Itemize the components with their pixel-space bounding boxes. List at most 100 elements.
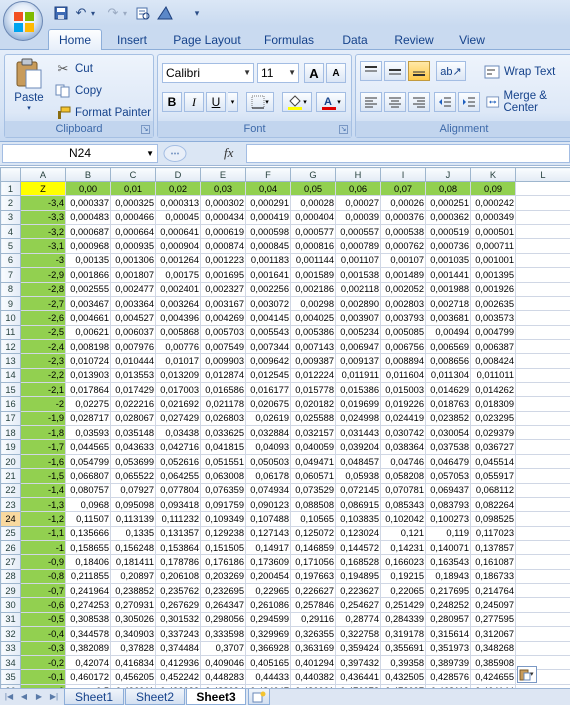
probability-cell[interactable]: 0,008424 [470, 353, 516, 369]
probability-cell[interactable]: 0,00 [65, 180, 111, 197]
probability-cell[interactable]: 0,086915 [335, 496, 381, 513]
z-value-cell[interactable]: -1,4 [20, 482, 66, 498]
empty-cell[interactable] [515, 224, 570, 240]
align-left-button[interactable] [360, 92, 382, 112]
probability-cell[interactable]: 0,09 [470, 180, 516, 197]
probability-cell[interactable]: 0,004661 [65, 310, 111, 326]
column-header[interactable]: A [20, 167, 66, 182]
probability-cell[interactable]: 0,156248 [110, 539, 156, 556]
probability-cell[interactable]: 0,032157 [290, 425, 336, 441]
probability-cell[interactable]: 0,003793 [380, 310, 426, 326]
probability-cell[interactable]: 0,001695 [200, 267, 246, 283]
probability-cell[interactable]: 0,011011 [470, 367, 516, 384]
probability-cell[interactable]: 0,048457 [335, 453, 381, 470]
probability-cell[interactable]: 0,019699 [335, 396, 381, 412]
probability-cell[interactable]: 0,337243 [155, 626, 201, 642]
empty-cell[interactable] [515, 539, 570, 556]
probability-cell[interactable]: 0,088508 [290, 496, 336, 513]
probability-cell[interactable]: 0,07 [380, 180, 426, 197]
probability-cell[interactable]: 0,013553 [110, 367, 156, 384]
probability-cell[interactable]: 0,28774 [335, 611, 381, 628]
probability-cell[interactable]: 0,005234 [335, 324, 381, 340]
probability-cell[interactable]: 0,024998 [335, 410, 381, 427]
font-name-dropdown[interactable]: Calibri ▼ [162, 63, 254, 83]
probability-cell[interactable]: 0,019226 [380, 396, 426, 412]
probability-cell[interactable]: 0,02275 [65, 396, 111, 412]
probability-cell[interactable]: 0,002327 [200, 281, 246, 297]
probability-cell[interactable]: 0,103835 [335, 511, 381, 527]
z-value-cell[interactable]: -0,1 [20, 669, 66, 685]
probability-cell[interactable]: 0,000251 [425, 195, 471, 211]
first-sheet-icon[interactable]: |◀ [3, 691, 15, 703]
row-header[interactable]: 26 [0, 539, 21, 556]
probability-cell[interactable]: 0,002186 [290, 281, 336, 297]
probability-cell[interactable]: 0,298056 [200, 611, 246, 628]
z-value-cell[interactable]: -3,3 [20, 209, 66, 226]
probability-cell[interactable]: 0,151505 [200, 539, 246, 556]
probability-cell[interactable]: 0,082264 [470, 496, 516, 513]
probability-cell[interactable]: 0,024419 [380, 410, 426, 427]
empty-cell[interactable] [515, 568, 570, 585]
z-value-cell[interactable]: -1,2 [20, 511, 66, 527]
probability-cell[interactable]: 0,017864 [65, 382, 111, 398]
probability-cell[interactable]: 0,052616 [155, 453, 201, 470]
probability-cell[interactable]: 0,214764 [470, 583, 516, 599]
probability-cell[interactable]: 0,366928 [245, 640, 291, 656]
probability-cell[interactable]: 0,08 [425, 180, 471, 197]
probability-cell[interactable]: 0,057053 [425, 468, 471, 484]
column-header[interactable]: E [200, 167, 246, 182]
chevron-down-icon[interactable]: ▾ [84, 4, 102, 22]
probability-cell[interactable]: 0,226627 [290, 583, 336, 599]
probability-cell[interactable]: 0,000404 [290, 209, 336, 226]
probability-cell[interactable]: 0,04 [245, 180, 291, 197]
probability-cell[interactable]: 0,069437 [425, 482, 471, 498]
row-header[interactable]: 4 [0, 224, 21, 240]
borders-button[interactable]: ▾ [246, 92, 274, 112]
z-value-cell[interactable]: -0,8 [20, 568, 66, 585]
probability-cell[interactable]: 0,030054 [425, 425, 471, 441]
empty-cell[interactable] [515, 267, 570, 283]
tab-page-layout[interactable]: Page Layout [164, 29, 250, 50]
probability-cell[interactable]: 0,412936 [155, 654, 201, 671]
probability-cell[interactable]: 0,009903 [200, 353, 246, 369]
probability-cell[interactable]: 0,002803 [380, 295, 426, 312]
align-top-button[interactable] [360, 61, 382, 81]
z-value-cell[interactable]: -0,9 [20, 554, 66, 570]
probability-cell[interactable]: 0,140071 [425, 539, 471, 556]
row-header[interactable]: 25 [0, 525, 21, 541]
row-header[interactable]: 32 [0, 626, 21, 642]
probability-cell[interactable]: 0,006756 [380, 338, 426, 355]
column-header[interactable]: F [245, 167, 291, 182]
probability-cell[interactable]: 0,001489 [380, 267, 426, 283]
probability-cell[interactable]: 0,012224 [290, 367, 336, 384]
probability-cell[interactable]: 0,241964 [65, 583, 111, 599]
probability-cell[interactable]: 0,015778 [290, 382, 336, 398]
row-header[interactable]: 11 [0, 324, 21, 340]
z-value-cell[interactable]: -3,2 [20, 224, 66, 240]
probability-cell[interactable]: 0,000968 [65, 238, 111, 254]
tab-view[interactable]: View [448, 29, 496, 50]
probability-cell[interactable]: 0,181411 [110, 554, 156, 570]
empty-cell[interactable] [515, 425, 570, 441]
probability-cell[interactable]: 0,058208 [380, 468, 426, 484]
empty-cell[interactable] [515, 626, 570, 642]
probability-cell[interactable]: 0,004799 [470, 324, 516, 340]
probability-cell[interactable]: 0,009642 [245, 353, 291, 369]
probability-cell[interactable]: 0,000466 [110, 209, 156, 226]
probability-cell[interactable]: 0,002256 [245, 281, 291, 297]
probability-cell[interactable]: 0,070781 [380, 482, 426, 498]
probability-cell[interactable]: 0,111232 [155, 511, 201, 527]
probability-cell[interactable]: 0,424655 [470, 669, 516, 685]
probability-cell[interactable]: 0,135666 [65, 525, 111, 541]
row-header[interactable]: 2 [0, 195, 21, 211]
probability-cell[interactable]: 0,015386 [335, 382, 381, 398]
row-header[interactable]: 3 [0, 209, 21, 226]
probability-cell[interactable]: 0,000501 [470, 224, 516, 240]
probability-cell[interactable]: 0,452242 [155, 669, 201, 685]
probability-cell[interactable]: 0,001589 [290, 267, 336, 283]
probability-cell[interactable]: 0,206108 [155, 568, 201, 585]
probability-cell[interactable]: 0,315614 [425, 626, 471, 642]
probability-cell[interactable]: 0,002401 [155, 281, 201, 297]
empty-cell[interactable] [515, 295, 570, 312]
probability-cell[interactable]: 0,29116 [290, 611, 336, 628]
